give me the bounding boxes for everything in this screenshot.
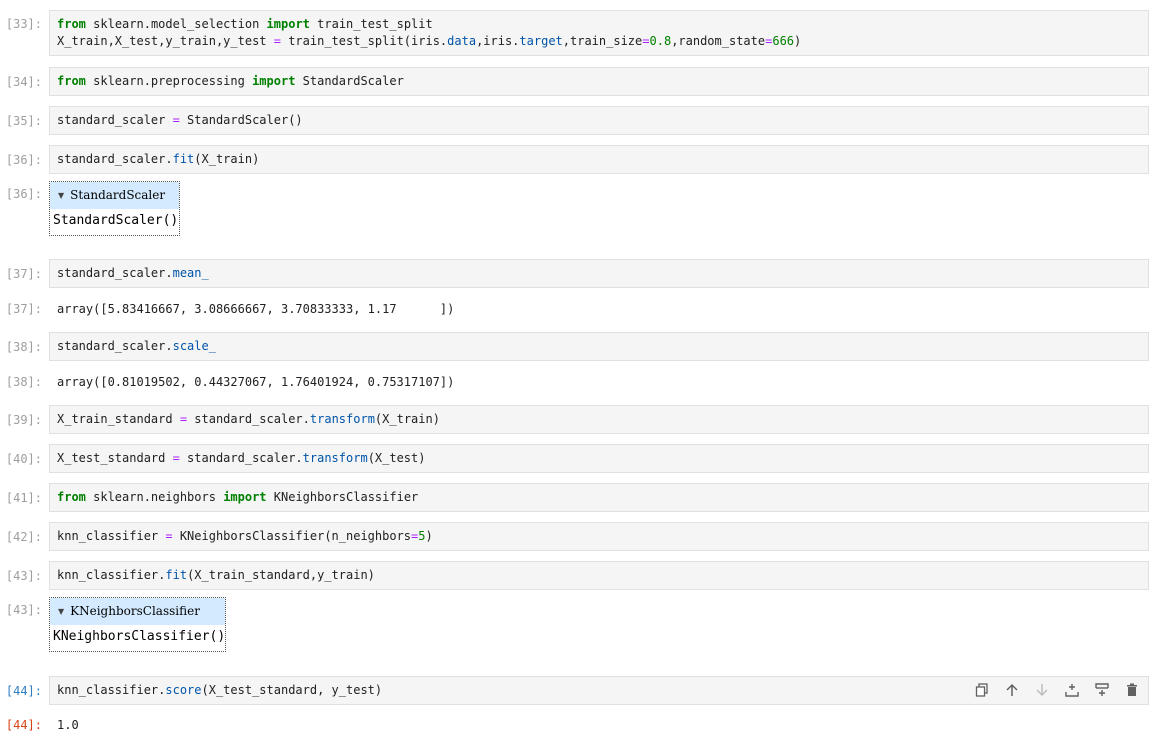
- insert-below-icon: [1095, 683, 1109, 696]
- insert-below-button[interactable]: [1087, 681, 1117, 699]
- duplicate-icon: [975, 683, 988, 697]
- code-cell[interactable]: X_test_standard = standard_scaler.transf…: [49, 444, 1149, 473]
- code-cell[interactable]: standard_scaler.fit(X_train): [49, 145, 1149, 174]
- move-up-button[interactable]: [997, 681, 1027, 699]
- input-prompt: [33]:: [5, 17, 42, 31]
- code-line: X_test_standard = standard_scaler.transf…: [57, 451, 426, 465]
- output-prompt: [44]:: [5, 718, 42, 732]
- code-keyword: import: [266, 17, 310, 31]
- input-prompt: [41]:: [5, 491, 42, 505]
- code-line: X_train,X_test,y_train,y_test = train_te…: [57, 34, 802, 48]
- code-line: standard_scaler = StandardScaler(): [57, 113, 303, 127]
- cell-output: 1.0: [57, 718, 79, 732]
- code-cell[interactable]: knn_classifier.fit(X_train_standard,y_tr…: [49, 561, 1149, 590]
- delete-icon: [1127, 683, 1137, 696]
- input-prompt: [43]:: [5, 569, 42, 583]
- caret-down-icon: ▼: [58, 607, 65, 616]
- output-prompt: [36]:: [5, 187, 42, 201]
- insert-above-icon: [1065, 684, 1079, 697]
- code-cell[interactable]: from sklearn.preprocessing import Standa…: [49, 67, 1149, 96]
- move-down-icon: [1036, 684, 1048, 697]
- output-prompt: [37]:: [5, 302, 42, 316]
- estimator-name: KNeighborsClassifier: [70, 604, 200, 618]
- input-prompt: [44]:: [5, 684, 42, 698]
- code-cell[interactable]: from sklearn.neighbors import KNeighbors…: [49, 483, 1149, 512]
- code-cell[interactable]: X_train_standard = standard_scaler.trans…: [49, 405, 1149, 434]
- output-prompt: [43]:: [5, 603, 42, 617]
- cell-output: array([0.81019502, 0.44327067, 1.7640192…: [57, 375, 455, 389]
- code-line: standard_scaler.fit(X_train): [57, 152, 260, 166]
- input-prompt: [35]:: [5, 114, 42, 128]
- input-prompt: [42]:: [5, 530, 42, 544]
- output-prompt: [38]:: [5, 375, 42, 389]
- code-cell[interactable]: knn_classifier = KNeighborsClassifier(n_…: [49, 522, 1149, 551]
- estimator-widget[interactable]: ▼ KNeighborsClassifier KNeighborsClassifi…: [49, 597, 226, 652]
- code-line: from sklearn.neighbors import KNeighbors…: [57, 490, 419, 504]
- estimator-widget-header[interactable]: ▼ KNeighborsClassifier: [50, 598, 225, 625]
- cell-toolbar: [967, 681, 1147, 699]
- move-down-button[interactable]: [1027, 681, 1057, 699]
- estimator-widget[interactable]: ▼ StandardScaler StandardScaler(): [49, 181, 180, 236]
- cell-output: array([5.83416667, 3.08666667, 3.7083333…: [57, 302, 455, 316]
- estimator-repr: KNeighborsClassifier(): [50, 625, 225, 651]
- code-cell[interactable]: standard_scaler.scale_: [49, 332, 1149, 361]
- code-keyword: from: [57, 17, 86, 31]
- input-prompt: [37]:: [5, 267, 42, 281]
- code-text: sklearn.model_selection: [93, 17, 260, 31]
- input-prompt: [40]:: [5, 452, 42, 466]
- code-cell[interactable]: standard_scaler = StandardScaler(): [49, 106, 1149, 135]
- move-up-icon: [1006, 683, 1018, 696]
- input-prompt: [34]:: [5, 75, 42, 89]
- input-prompt: [38]:: [5, 340, 42, 354]
- estimator-name: StandardScaler: [70, 188, 166, 202]
- code-line: X_train_standard = standard_scaler.trans…: [57, 412, 440, 426]
- code-cell[interactable]: from sklearn.model_selection import trai…: [49, 10, 1149, 56]
- input-prompt: [39]:: [5, 413, 42, 427]
- code-line: knn_classifier.score(X_test_standard, y_…: [57, 683, 383, 697]
- duplicate-button[interactable]: [967, 681, 997, 699]
- code-line: standard_scaler.mean_: [57, 266, 209, 280]
- input-prompt: [36]:: [5, 153, 42, 167]
- code-text: train_test_split: [317, 17, 433, 31]
- estimator-repr: StandardScaler(): [50, 209, 179, 235]
- code-line: from sklearn.preprocessing import Standa…: [57, 74, 404, 88]
- estimator-widget-header[interactable]: ▼ StandardScaler: [50, 182, 179, 209]
- code-line: knn_classifier.fit(X_train_standard,y_tr…: [57, 568, 375, 582]
- code-cell[interactable]: standard_scaler.mean_: [49, 259, 1149, 288]
- delete-button[interactable]: [1117, 681, 1147, 699]
- code-line: knn_classifier = KNeighborsClassifier(n_…: [57, 529, 433, 543]
- code-line: standard_scaler.scale_: [57, 339, 216, 353]
- caret-down-icon: ▼: [58, 191, 65, 200]
- insert-above-button[interactable]: [1057, 681, 1087, 699]
